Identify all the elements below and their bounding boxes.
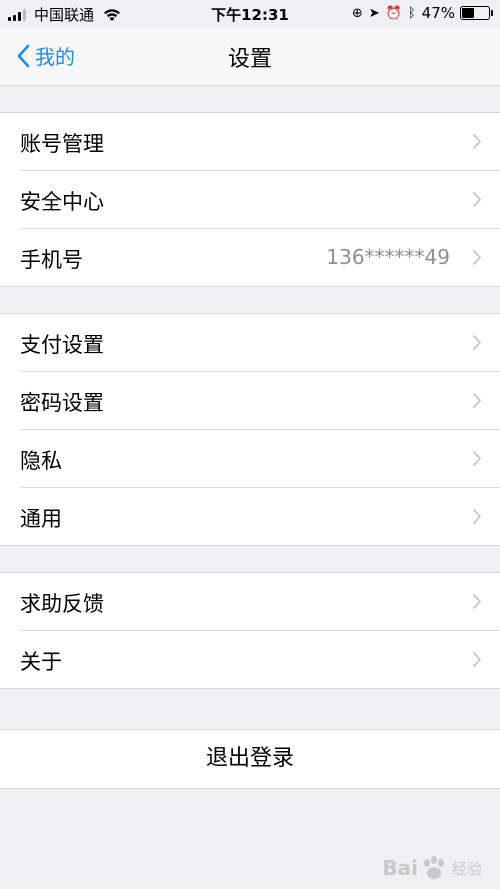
paw-icon (423, 856, 444, 879)
settings-item-account-management[interactable]: 账号管理 (0, 113, 500, 170)
settings-item-help-feedback[interactable]: 求助反馈 (0, 573, 500, 630)
settings-item-privacy[interactable]: 隐私 (0, 429, 500, 487)
settings-group-account: 账号管理 安全中心 手机号 136******49 (0, 112, 500, 287)
settings-item-label: 手机号 (20, 248, 83, 272)
status-bar: 中国联通 下午12:31 ⊕ ➤ ⏰ ᛒ 47% (0, 0, 500, 28)
settings-item-label: 求助反馈 (20, 592, 104, 616)
alarm-icon: ⏰ (385, 5, 402, 21)
settings-item-about[interactable]: 关于 (0, 630, 500, 688)
page-title: 设置 (227, 47, 272, 72)
chevron-right-icon (473, 250, 481, 265)
settings-item-phone-number[interactable]: 手机号 136******49 (0, 228, 500, 286)
settings-item-general[interactable]: 通用 (0, 487, 500, 545)
chevron-right-icon (473, 451, 481, 466)
settings-item-label: 通用 (20, 507, 62, 531)
chevron-right-icon (473, 192, 481, 207)
watermark-brand-right: 经验 (451, 859, 482, 878)
status-right: ⊕ ➤ ⏰ ᛒ 47% (346, 4, 493, 22)
chevron-right-icon (473, 335, 481, 350)
bluetooth-icon: ᛒ (407, 5, 416, 21)
settings-item-security-center[interactable]: 安全中心 (0, 170, 500, 228)
chevron-right-icon (473, 652, 481, 667)
logout-button[interactable]: 退出登录 (0, 729, 500, 789)
chevron-right-icon (473, 134, 481, 149)
settings-item-label: 账号管理 (20, 132, 104, 156)
chevron-right-icon (473, 393, 481, 408)
settings-item-label: 密码设置 (20, 391, 104, 415)
navigation-bar: 我的 设置 (0, 28, 500, 86)
orientation-lock-icon: ⊕ (351, 5, 363, 21)
settings-item-label: 安全中心 (20, 190, 104, 214)
logout-label: 退出登录 (205, 746, 294, 771)
settings-item-label: 关于 (20, 650, 62, 674)
settings-item-payment-settings[interactable]: 支付设置 (0, 314, 500, 371)
phone-number-value: 136******49 (326, 245, 450, 269)
chevron-right-icon (473, 594, 481, 609)
chevron-right-icon (473, 509, 481, 524)
settings-group-support: 求助反馈 关于 (0, 572, 500, 689)
settings-group-preferences: 支付设置 密码设置 隐私 通用 (0, 313, 500, 546)
baidu-jingyan-watermark: Bai 经验 (382, 855, 482, 881)
location-icon: ➤ (368, 5, 380, 21)
settings-item-password-settings[interactable]: 密码设置 (0, 371, 500, 429)
settings-item-label: 隐私 (20, 449, 62, 473)
battery-icon (460, 6, 493, 20)
watermark-brand-left: Bai (382, 856, 418, 880)
battery-percent: 47% (421, 4, 455, 22)
settings-item-label: 支付设置 (20, 333, 104, 357)
